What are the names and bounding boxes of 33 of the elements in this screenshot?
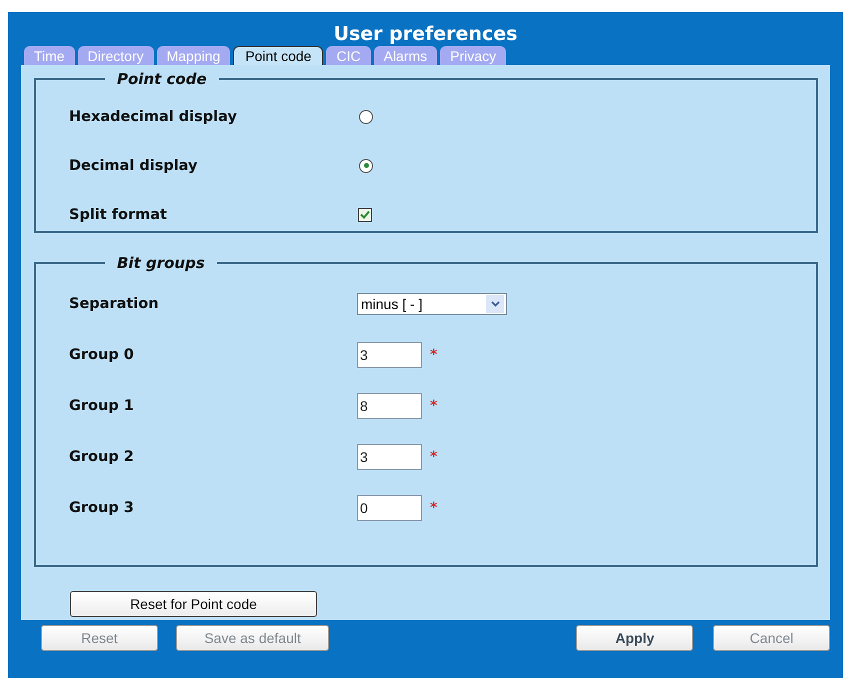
tab[interactable]: CIC xyxy=(326,46,371,65)
group-legend: Point code xyxy=(105,71,219,87)
input-field[interactable]: 8 xyxy=(357,392,422,418)
field-label: Group 2 xyxy=(69,448,135,464)
tab[interactable]: Privacy xyxy=(440,46,506,65)
required-mark: * xyxy=(430,500,438,516)
tab[interactable]: Alarms xyxy=(374,46,438,65)
field-label: Separation xyxy=(69,296,160,312)
input-field[interactable]: 3 xyxy=(357,342,422,368)
tab[interactable]: Directory xyxy=(78,46,154,65)
tab[interactable]: Time xyxy=(24,46,75,65)
field-label: Split format xyxy=(69,206,168,222)
field-label: Group 3 xyxy=(69,500,135,516)
field-label: Decimal display xyxy=(69,158,198,174)
radio-button[interactable] xyxy=(359,110,373,124)
footer-button[interactable]: Apply xyxy=(576,625,694,651)
field-label: Hexadecimal display xyxy=(69,108,238,124)
reset-button[interactable]: Reset for Point code xyxy=(70,591,317,617)
tab[interactable]: Mapping xyxy=(156,46,230,65)
dropdown-field[interactable]: minus [ - ] xyxy=(357,292,507,314)
input-field[interactable]: 0 xyxy=(357,494,422,520)
checkbox[interactable] xyxy=(358,208,372,222)
field-label: Group 0 xyxy=(69,346,135,362)
input-field[interactable]: 3 xyxy=(357,444,422,470)
tab[interactable]: Point code xyxy=(233,46,324,65)
field-label: Group 1 xyxy=(69,398,135,414)
group-legend: Bit groups xyxy=(105,255,217,271)
required-mark: * xyxy=(430,346,438,362)
chevron-down-icon xyxy=(490,300,500,306)
required-mark: * xyxy=(430,398,438,414)
radio-button[interactable] xyxy=(359,158,373,172)
window-title: User preferences xyxy=(332,22,518,46)
required-mark: * xyxy=(430,448,438,464)
